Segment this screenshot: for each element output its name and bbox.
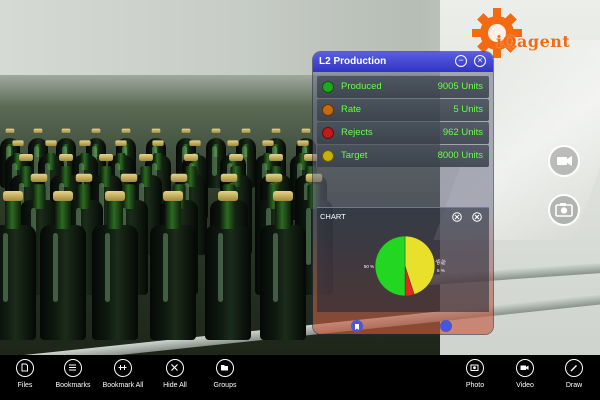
bottle-shape <box>260 191 306 340</box>
photo-icon <box>466 359 484 377</box>
metric-row-produced[interactable]: Produced 9005 Units <box>317 76 489 98</box>
draw-label: Draw <box>565 382 583 389</box>
info-icon[interactable] <box>440 320 452 332</box>
metrics-list: Produced 9005 Units Rate 5 Units Rejects… <box>317 76 489 168</box>
pie-data-label: 0 % <box>437 261 445 266</box>
bookmark-all-label: Bookmark All <box>102 382 144 389</box>
metric-row-target[interactable]: Target 8000 Units <box>317 145 489 167</box>
files-button[interactable]: Files <box>0 359 50 389</box>
panel-header[interactable]: L2 Production − × <box>313 52 493 72</box>
draw-button[interactable]: Draw <box>549 359 599 389</box>
status-dot <box>322 104 334 116</box>
bottle-shape <box>40 191 86 340</box>
video-icon <box>516 359 534 377</box>
pie-data-label: 5 % <box>437 268 445 273</box>
bookmarks-button[interactable]: Bookmarks <box>48 359 98 389</box>
metric-value: 9005 Units <box>437 81 483 92</box>
bottle-shape <box>205 191 251 340</box>
bottle-shape <box>92 191 138 340</box>
metric-value: 962 Units <box>442 127 483 138</box>
hide-all-label: Hide All <box>163 382 187 389</box>
groups-button[interactable]: Groups <box>200 359 250 389</box>
metric-label: Target <box>341 150 368 161</box>
video-label: Video <box>516 382 534 389</box>
bookmark-all-button[interactable]: Bookmark All <box>98 359 148 389</box>
photo-camera-icon <box>555 203 573 217</box>
metric-value: 8000 Units <box>437 150 483 161</box>
metric-row-rate[interactable]: Rate 5 Units <box>317 99 489 121</box>
pie-slice <box>374 235 406 297</box>
minimize-icon[interactable]: − <box>455 55 467 67</box>
metric-label: Rejects <box>341 127 373 138</box>
pie-chart: 45 %0 %5 %50 % <box>364 235 446 297</box>
app-bar: Files Bookmarks Bookmark All Hide All Gr… <box>0 355 600 400</box>
metric-row-rejects[interactable]: Rejects 962 Units <box>317 122 489 144</box>
photo-camera-button[interactable] <box>548 194 580 226</box>
status-dot <box>322 150 334 162</box>
status-dot <box>322 127 334 139</box>
chart-area: CHART 45 % 0 % 5 % 50 % <box>317 207 489 312</box>
metric-value: 5 Units <box>453 104 483 115</box>
video-camera-icon <box>557 156 572 166</box>
status-dot <box>322 81 334 93</box>
photo-button[interactable]: Photo <box>450 359 500 389</box>
logo-text: iQagent <box>496 32 571 51</box>
bookmark-icon[interactable] <box>351 320 363 332</box>
production-panel[interactable]: L2 Production − × Produced 9005 Units Ra… <box>313 52 493 334</box>
hide-all-icon <box>166 359 184 377</box>
draw-icon <box>565 359 583 377</box>
metric-label: Produced <box>341 81 382 92</box>
hide-all-button[interactable]: Hide All <box>150 359 200 389</box>
bookmarks-label: Bookmarks <box>55 382 91 389</box>
files-label: Files <box>17 382 33 389</box>
close-icon[interactable]: × <box>474 55 486 67</box>
pie-data-label: 50 % <box>364 264 374 269</box>
bottle-shape <box>0 191 36 340</box>
groups-label: Groups <box>213 382 237 389</box>
video-camera-button[interactable] <box>548 145 580 177</box>
video-button[interactable]: Video <box>500 359 550 389</box>
metric-label: Rate <box>341 104 362 115</box>
groups-icon <box>216 359 234 377</box>
bookmark-all-icon <box>114 359 132 377</box>
bottle-shape <box>150 191 196 340</box>
photo-label: Photo <box>465 382 485 389</box>
bookmarks-icon <box>64 359 82 377</box>
file-icon <box>16 359 34 377</box>
panel-title: L2 Production <box>319 56 387 67</box>
